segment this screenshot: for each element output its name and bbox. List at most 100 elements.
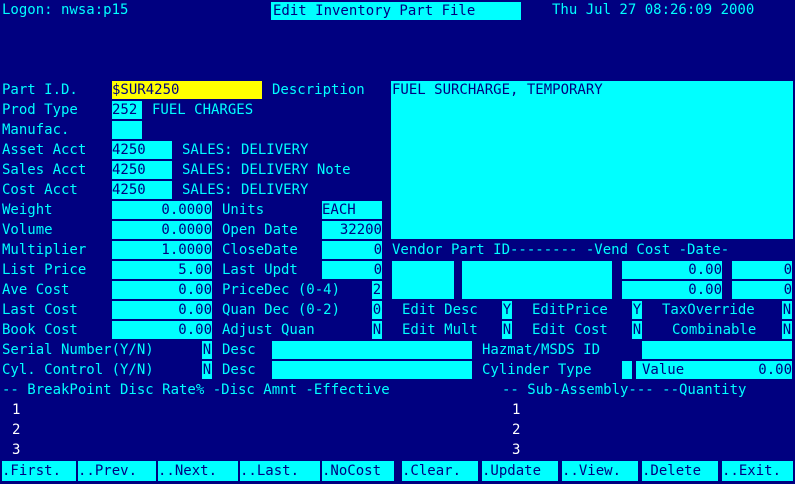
cyl-desc-label: Desc [222,362,256,378]
weight-label: Weight [2,202,53,218]
subassembly-header: -- Sub-Assembly--- --Quantity [502,382,747,398]
nocost-button[interactable]: .NoCost [322,461,394,481]
next-button[interactable]: ..Next. [158,461,238,481]
breakpoint-row-1[interactable]: 1 [12,400,20,420]
asset-acct-label: Asset Acct [2,142,87,158]
units-field[interactable]: EACH [322,201,382,219]
edit-cost-field[interactable]: N [632,321,642,339]
edit-mult-field[interactable]: N [502,321,512,339]
edit-desc-label: Edit Desc [402,302,478,318]
subassembly-row-3[interactable]: 3 [512,440,520,460]
quan-dec-field[interactable]: 0 [372,301,382,319]
breakpoint-row-3[interactable]: 3 [12,440,20,460]
list-price-label: List Price [2,262,87,278]
terminal-screen: Logon: nwsa:p15 Edit Inventory Part File… [0,0,795,484]
prod-type-code-field[interactable]: 252 [112,101,142,119]
exit-button[interactable]: ..Exit. [722,461,793,481]
first-button[interactable]: .First. [2,461,76,481]
breakpoint-header: -- BreakPoint Disc Rate% -Disc Amnt -Eff… [2,382,390,398]
serial-desc-field[interactable] [272,341,472,359]
volume-field[interactable]: 0.0000 [112,221,212,239]
description-area[interactable] [391,81,793,239]
sales-acct-name: SALES: DELIVERY Note [182,162,351,178]
vend-cost-2-field[interactable]: 0.00 [622,281,722,299]
datetime-text: Thu Jul 27 08:26:09 2000 [552,2,755,18]
serial-number-label: Serial Number(Y/N) [2,342,154,358]
cyl-desc-field[interactable] [272,361,472,379]
value-label: Value [636,361,712,379]
close-date-field[interactable]: 0 [322,241,382,259]
volume-label: Volume [2,222,53,238]
price-dec-field[interactable]: 2 [372,281,382,299]
subassembly-row-1[interactable]: 1 [512,400,520,420]
edit-price-field[interactable]: Y [632,301,642,319]
last-updt-field[interactable]: 0 [322,261,382,279]
window-title: Edit Inventory Part File [271,2,521,20]
view-button[interactable]: ..View. [562,461,638,481]
vendor-header: Vendor Part ID-------- -Vend Cost -Date- [392,240,730,260]
prod-type-name: FUEL CHARGES [152,102,254,118]
description-field[interactable]: FUEL SURCHARGE, TEMPORARY [392,81,603,99]
cylinder-type-field[interactable] [622,361,632,379]
multiplier-field[interactable]: 1.0000 [112,241,212,259]
cost-acct-name: SALES: DELIVERY [182,182,309,198]
edit-price-label: EditPrice [532,302,608,318]
ave-cost-label: Ave Cost [2,282,70,298]
logon-text: Logon: nwsa:p15 [2,2,129,18]
weight-field[interactable]: 0.0000 [112,201,212,219]
book-cost-field[interactable]: 0.00 [112,321,212,339]
book-cost-label: Book Cost [2,322,78,338]
serial-number-field[interactable]: N [202,341,212,359]
update-button[interactable]: .Update [482,461,558,481]
combinable-label: Combinable [672,322,757,338]
subassembly-row-2[interactable]: 2 [512,420,520,440]
hazmat-field[interactable] [642,341,792,359]
last-cost-field[interactable]: 0.00 [112,301,212,319]
asset-acct-name: SALES: DELIVERY [182,142,309,158]
list-price-field[interactable]: 5.00 [112,261,212,279]
adjust-quan-label: Adjust Quan [222,322,315,338]
cylinder-type-label: Cylinder Type [482,362,592,378]
units-label: Units [222,202,265,218]
last-cost-label: Last Cost [2,302,78,318]
cost-acct-field[interactable]: 4250 [112,181,172,199]
manufac-field[interactable] [112,121,142,139]
close-date-label: CloseDate [222,242,298,258]
value-field[interactable]: 0.00 [712,361,792,379]
cost-acct-label: Cost Acct [2,182,78,198]
vend-date-1-field[interactable]: 0 [732,261,792,279]
vendor-part-id-field[interactable] [462,261,612,299]
adjust-quan-field[interactable]: N [372,321,382,339]
open-date-field[interactable]: 32200 [322,221,382,239]
sales-acct-field[interactable]: 4250 [112,161,172,179]
clear-button[interactable]: .Clear. [402,461,478,481]
quan-dec-label: Quan Dec (0-2) [222,302,341,318]
hazmat-label: Hazmat/MSDS ID [482,342,601,358]
serial-desc-label: Desc [222,342,256,358]
price-dec-label: PriceDec (0-4) [222,282,341,298]
part-id-field[interactable]: $SUR4250 [112,81,262,99]
cyl-control-field[interactable]: N [202,361,212,379]
part-id-label: Part I.D. [2,82,78,98]
last-button[interactable]: ..Last. [240,461,320,481]
asset-acct-field[interactable]: 4250 [112,141,172,159]
sales-acct-label: Sales Acct [2,162,87,178]
delete-button[interactable]: .Delete [642,461,718,481]
function-key-bar: .First. ..Prev. ..Next. ..Last. .NoCost … [0,461,795,481]
vendor-code-field[interactable] [392,261,454,299]
edit-desc-field[interactable]: Y [502,301,512,319]
vend-date-2-field[interactable]: 0 [732,281,792,299]
prev-button[interactable]: ..Prev. [78,461,156,481]
breakpoint-row-2[interactable]: 2 [12,420,20,440]
ave-cost-field[interactable]: 0.00 [112,281,212,299]
combinable-field[interactable]: N [782,321,792,339]
tax-override-label: TaxOverride [662,302,755,318]
multiplier-label: Multiplier [2,242,87,258]
edit-cost-label: Edit Cost [532,322,608,338]
last-updt-label: Last Updt [222,262,298,278]
description-label: Description [272,82,365,98]
vend-cost-1-field[interactable]: 0.00 [622,261,722,279]
open-date-label: Open Date [222,222,298,238]
prod-type-label: Prod Type [2,102,78,118]
tax-override-field[interactable]: N [782,301,792,319]
